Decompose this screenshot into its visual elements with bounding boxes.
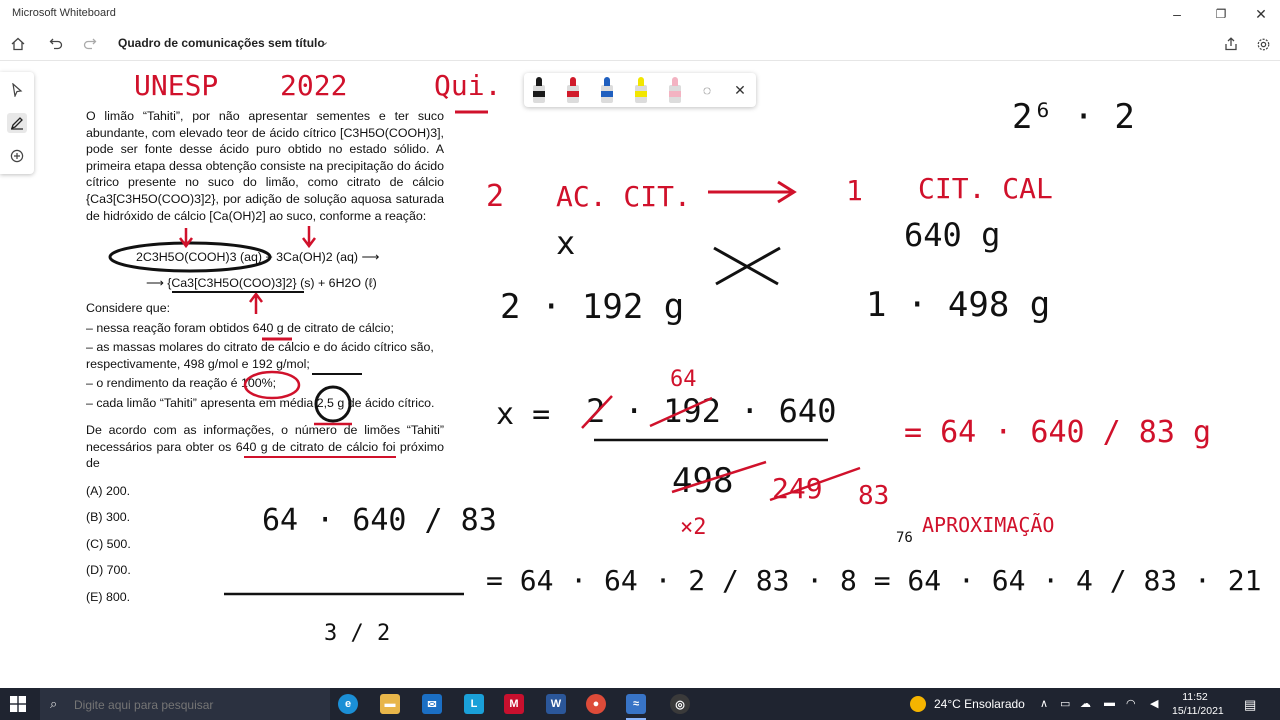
windows-taskbar: ⌕ e ▬ ✉ L M W ● ≈ ◎ 24°C Ensolarado ∧ ▭ … xyxy=(0,688,1280,720)
ink-citrato-calcio: CIT. CAL xyxy=(918,172,1053,205)
ink-bottom-fraction: 64 · 640 / 83 xyxy=(262,503,497,538)
ink-unesp: UNESP xyxy=(134,69,218,102)
black-pen[interactable] xyxy=(530,77,548,105)
ink-1-498g: 1 · 498 g xyxy=(866,285,1050,325)
ink-result: = 64 · 640 / 83 g xyxy=(904,415,1211,450)
network-icon[interactable]: ▭ xyxy=(1060,697,1070,710)
yellow-highlighter[interactable] xyxy=(632,77,650,105)
ink-subject: Qui. xyxy=(434,69,501,102)
edge-icon[interactable]: e xyxy=(338,694,358,714)
clock-date: 15/11/2021 xyxy=(1172,705,1224,717)
lasso-icon[interactable]: ◌ xyxy=(698,81,716,99)
ink-bottom-chain: = 64 · 64 · 2 / 83 · 8 = 64 · 64 · 4 / 8… xyxy=(486,564,1280,597)
cloud-icon[interactable]: ☁ xyxy=(1080,697,1091,710)
ink-times-2: ×2 xyxy=(680,515,707,540)
obs-icon[interactable]: ◎ xyxy=(670,694,690,714)
ink-year: 2022 xyxy=(280,69,347,102)
file-explorer-icon[interactable]: ▬ xyxy=(380,694,400,714)
taskbar-clock[interactable]: 11:52 15/11/2021 xyxy=(1172,690,1224,718)
red-pen[interactable] xyxy=(564,77,582,105)
ink-249: 249 xyxy=(772,472,823,505)
search-icon: ⌕ xyxy=(50,696,58,711)
battery-icon[interactable]: ▬ xyxy=(1104,697,1115,709)
ink-2-192g: 2 · 192 g xyxy=(500,287,684,327)
blue-pen[interactable] xyxy=(598,77,616,105)
pink-highlighter[interactable] xyxy=(666,77,684,105)
pen-tray: ◌ ✕ xyxy=(524,73,756,107)
ink-aproximacao: APROXIMAÇÃO xyxy=(922,513,1054,537)
learn-app-icon[interactable]: L xyxy=(464,694,484,714)
pen-tip xyxy=(536,77,542,86)
close-icon[interactable]: ✕ xyxy=(731,81,749,99)
ink-3-over-2: 3 / 2 xyxy=(324,621,390,646)
ink-640g: 640 g xyxy=(904,216,1000,254)
mcafee-icon[interactable]: M xyxy=(504,694,524,714)
notifications-icon[interactable]: ▤ xyxy=(1244,697,1256,713)
weather-text[interactable]: 24°C Ensolarado xyxy=(934,697,1025,711)
windows-start-icon[interactable] xyxy=(10,696,26,712)
ink-coef-1: 1 xyxy=(846,174,863,207)
ink-acido-citrico: AC. CIT. xyxy=(556,180,691,213)
clock-time: 11:52 xyxy=(1182,691,1208,703)
ink-x-equals: x = xyxy=(496,397,550,432)
ink-64: 64 xyxy=(670,367,697,392)
ink-coef-2: 2 xyxy=(486,179,504,214)
ink-top-right: 2⁶ · 2 xyxy=(1012,97,1135,137)
taskbar-search[interactable]: ⌕ xyxy=(40,688,330,720)
wifi-icon[interactable]: ◠ xyxy=(1126,697,1136,710)
word-icon[interactable]: W xyxy=(546,694,566,714)
ink-x: x xyxy=(556,224,575,262)
chevron-up-icon[interactable]: ∧ xyxy=(1040,697,1048,710)
ink-83: 83 xyxy=(858,481,889,511)
whiteboard-icon[interactable]: ≈ xyxy=(626,694,646,714)
search-input[interactable] xyxy=(72,696,316,714)
chrome-icon[interactable]: ● xyxy=(586,694,606,714)
ink-76: 76 xyxy=(896,530,913,546)
sun-icon xyxy=(910,696,926,712)
volume-icon[interactable]: ◀ xyxy=(1150,697,1158,710)
mail-icon[interactable]: ✉ xyxy=(422,694,442,714)
